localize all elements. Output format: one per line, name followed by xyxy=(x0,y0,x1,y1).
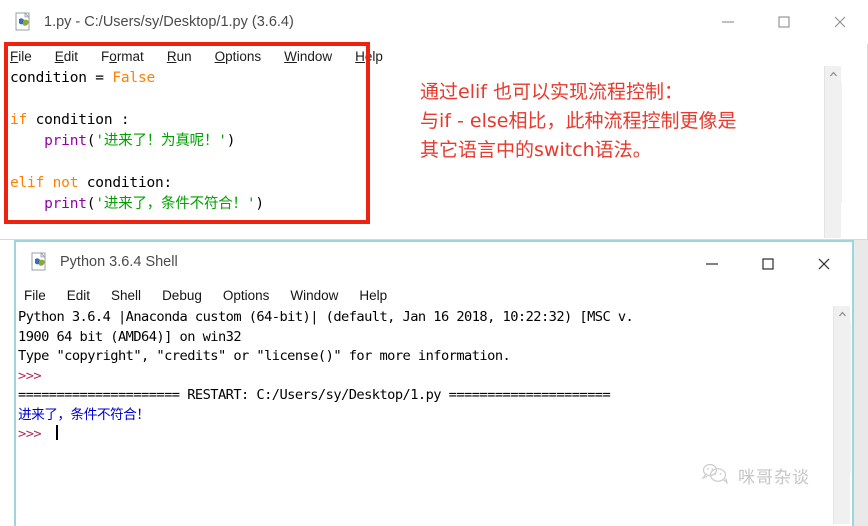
shell-vertical-scrollbar[interactable] xyxy=(833,306,851,524)
shell-line: >>> xyxy=(18,367,49,384)
shell-line: 进来了，条件不符合！ xyxy=(18,406,150,423)
editor-menu-edit[interactable]: Edit xyxy=(55,49,78,64)
editor-menu-format[interactable]: Format xyxy=(101,49,144,64)
code-line: elif not condition: xyxy=(10,175,173,191)
shell-output-area[interactable]: Python 3.6.4 |Anaconda custom (64-bit)| … xyxy=(18,308,828,523)
editor-titlebar: 1.py - C:/Users/sy/Desktop/1.py (3.6.4) xyxy=(0,0,868,44)
desktop-background xyxy=(854,240,868,526)
shell-line: 1900 64 bit (AMD64)] on win32 xyxy=(18,328,242,345)
maximize-button[interactable] xyxy=(740,242,796,286)
watermark: 咪哥杂谈 xyxy=(701,461,810,490)
editor-menu-help[interactable]: Help xyxy=(355,49,383,64)
shell-menu-options[interactable]: Options xyxy=(223,288,270,303)
shell-line: >>> xyxy=(18,425,828,445)
shell-menu-window[interactable]: Window xyxy=(290,288,338,303)
shell-menubar: File Edit Shell Debug Options Window Help xyxy=(24,282,408,308)
code-line: print('进来了，条件不符合！') xyxy=(44,196,264,212)
shell-line: Python 3.6.4 |Anaconda custom (64-bit)| … xyxy=(18,309,634,325)
shell-menu-edit[interactable]: Edit xyxy=(67,288,90,303)
annotation-line: 其它语言中的switch语法。 xyxy=(420,139,652,161)
editor-menu-window[interactable]: Window xyxy=(284,49,332,64)
python-file-icon xyxy=(30,252,50,272)
text-cursor xyxy=(55,425,58,440)
minimize-button[interactable] xyxy=(700,0,756,44)
minimize-button[interactable] xyxy=(684,242,740,286)
python-shell-window: Python 3.6.4 Shell File Edit Shell Debug Opt… xyxy=(14,240,854,526)
editor-menu-options[interactable]: Options xyxy=(215,49,262,64)
shell-menu-debug[interactable]: Debug xyxy=(162,288,202,303)
editor-menubar: File Edit Format Run Options Window Help xyxy=(10,44,406,68)
shell-titlebar: Python 3.6.4 Shell xyxy=(16,242,852,282)
editor-menu-run[interactable]: Run xyxy=(167,49,192,64)
close-button[interactable] xyxy=(796,242,852,286)
shell-scrollbar-thumb[interactable] xyxy=(834,323,851,473)
editor-title: 1.py - C:/Users/sy/Desktop/1.py (3.6.4) xyxy=(44,14,294,30)
editor-window-controls xyxy=(700,0,868,44)
close-button[interactable] xyxy=(812,0,868,44)
python-file-icon xyxy=(14,12,34,32)
shell-menu-help[interactable]: Help xyxy=(359,288,387,303)
shell-line: ===================== RESTART: C:/Users/… xyxy=(18,387,611,403)
annotation-line: 与if - else相比，此种流程控制更像是 xyxy=(420,110,737,132)
editor-gutter xyxy=(0,66,9,238)
chevron-up-icon[interactable] xyxy=(834,306,851,323)
shell-line: Type "copyright", "credits" or "license(… xyxy=(18,348,511,364)
python-editor-window: 1.py - C:/Users/sy/Desktop/1.py (3.6.4) … xyxy=(0,0,868,240)
annotation-line: 通过elif 也可以实现流程控制： xyxy=(420,81,683,103)
maximize-button[interactable] xyxy=(756,0,812,44)
chat-bubble-icon xyxy=(701,461,731,490)
watermark-text: 咪哥杂谈 xyxy=(738,468,810,488)
annotation-note: 通过elif 也可以实现流程控制： 与if - else相比，此种流程控制更像是其… xyxy=(420,78,850,165)
shell-menu-shell[interactable]: Shell xyxy=(111,288,141,303)
shell-window-controls xyxy=(684,242,852,286)
editor-menu-file[interactable]: File xyxy=(10,49,32,64)
shell-title: Python 3.6.4 Shell xyxy=(60,254,178,270)
shell-menu-file[interactable]: File xyxy=(24,288,46,303)
